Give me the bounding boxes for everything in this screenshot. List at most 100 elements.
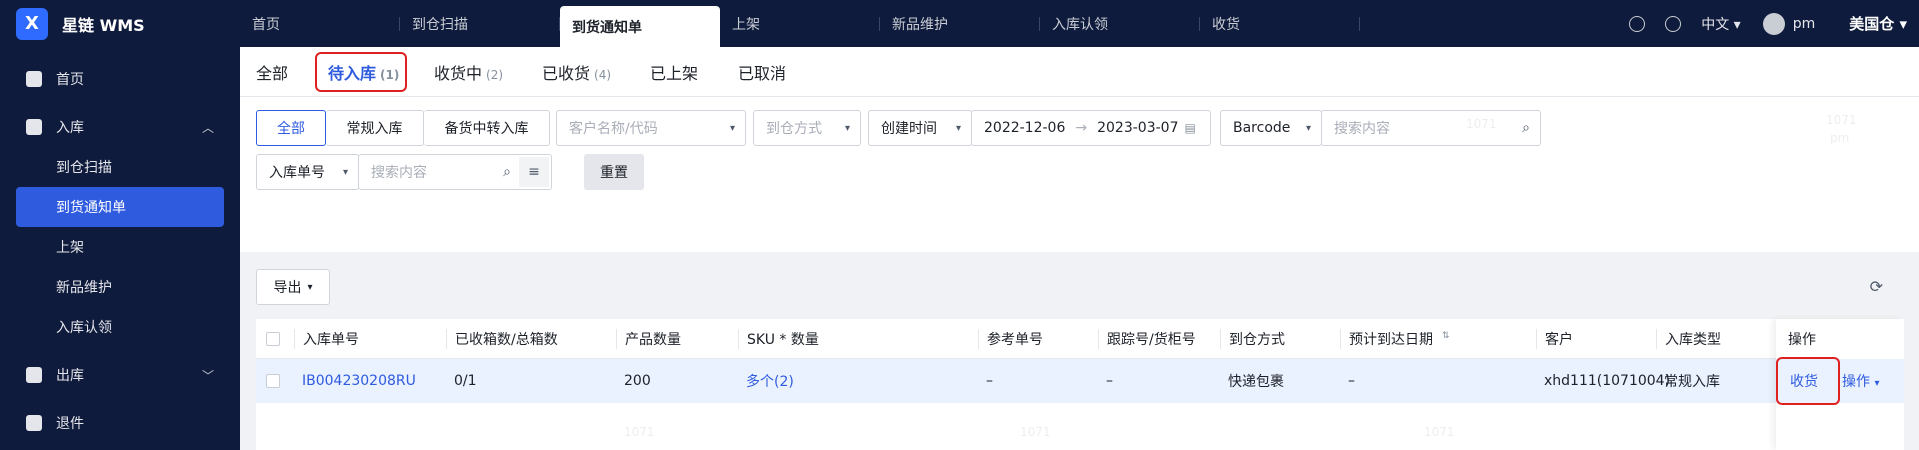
select-all-checkbox[interactable] xyxy=(266,332,280,346)
inbound-type-value: 常规入库 xyxy=(1664,374,1720,390)
export-button[interactable]: 导出 ▾ xyxy=(256,269,330,305)
sidebar-subitem-arrival-notice[interactable]: 到货通知单 xyxy=(16,187,224,227)
table-row[interactable]: IB004230208RU 0/1 200 多个(2) – – 快递包裹 – x… xyxy=(256,359,1904,403)
eta-value: – xyxy=(1348,373,1355,389)
barcode-select[interactable]: Barcode ▾ xyxy=(1220,110,1322,146)
sidebar-item-outbound[interactable]: 出库 ﹀ xyxy=(0,355,240,395)
customer-select[interactable]: 客户名称/代码 ▾ xyxy=(556,110,746,146)
chevron-down-icon: ▾ xyxy=(844,123,850,134)
sidebar-subitem-new-product[interactable]: 新品维护 xyxy=(0,267,240,307)
search-icon: ⌕ xyxy=(1522,120,1530,136)
sidebar-item-returns[interactable]: 退件 xyxy=(0,403,240,443)
search-icon: ⌕ xyxy=(503,164,511,180)
header-boxes: 已收箱数/总箱数 xyxy=(446,328,558,349)
header-order-no: 入库单号 xyxy=(294,328,359,349)
tab-putaway[interactable]: 上架 xyxy=(720,0,880,47)
tracking-value: – xyxy=(1106,373,1113,389)
more-ops-button[interactable]: 操作 ▾ xyxy=(1842,371,1879,391)
sku-link[interactable]: 多个(2) xyxy=(746,371,794,391)
status-tab-label: 已取消 xyxy=(738,64,787,83)
search-input[interactable]: 搜索内容 ⌕ xyxy=(1321,110,1541,146)
order-field-label: 入库单号 xyxy=(269,165,325,181)
chevron-down-icon: ▾ xyxy=(955,123,961,134)
order-no-link[interactable]: IB004230208RU xyxy=(302,373,416,389)
language-select[interactable]: 中文 ▾ xyxy=(1701,14,1740,34)
status-tab-all[interactable]: 全部 xyxy=(256,60,288,84)
tab-receiving[interactable]: 收货 xyxy=(1200,0,1360,47)
warehouse-select[interactable]: 美国仓 ▾ xyxy=(1849,13,1907,34)
status-tab-label: 收货中 xyxy=(434,64,483,83)
download-icon[interactable] xyxy=(1629,15,1646,32)
arrival-method-placeholder: 到仓方式 xyxy=(766,121,822,137)
status-tab-label: 全部 xyxy=(256,64,289,83)
sidebar-item-home[interactable]: 首页 xyxy=(0,59,240,99)
watermark: 1071 xyxy=(624,425,655,439)
order-field-select[interactable]: 入库单号 ▾ xyxy=(256,154,359,190)
ref-value: – xyxy=(986,373,993,389)
header-qty: 产品数量 xyxy=(616,328,681,349)
status-tab-putaway[interactable]: 已上架 xyxy=(650,60,698,84)
watermark: 1071 xyxy=(1826,113,1857,127)
header-arrival: 到仓方式 xyxy=(1220,328,1285,349)
row-checkbox[interactable] xyxy=(266,374,280,388)
brand[interactable]: X 星链 WMS xyxy=(0,0,240,47)
arrival-method-select[interactable]: 到仓方式 ▾ xyxy=(753,110,861,146)
tab-inbound-claim[interactable]: 入库认领 xyxy=(1040,0,1200,47)
status-tab-count: (4) xyxy=(594,68,612,82)
status-tab-receiving[interactable]: 收货中 (2) xyxy=(434,60,503,84)
reset-button[interactable]: 重置 xyxy=(584,154,644,190)
brand-logo-icon: X xyxy=(16,7,48,40)
customer-select-placeholder: 客户名称/代码 xyxy=(569,121,658,137)
filter-type-all[interactable]: 全部 xyxy=(256,110,326,146)
sort-icon[interactable]: ⇅ xyxy=(1442,331,1450,341)
filter-panel: 全部 常规入库 备货中转入库 客户名称/代码 ▾ 到仓方式 ▾ 创建时间 ▾ 2… xyxy=(240,97,1919,252)
watermark: 1071 xyxy=(1020,425,1051,439)
header-customer: 客户 xyxy=(1536,328,1573,349)
top-bar: X 星链 WMS 首页 到仓扫描 到货通知单 上架 新品维护 入库认领 收货 中… xyxy=(0,0,1919,47)
filter-type-transfer[interactable]: 备货中转入库 xyxy=(424,110,550,146)
header-operation: 操作 xyxy=(1788,332,1816,348)
inbound-icon xyxy=(26,119,42,135)
status-tab-received[interactable]: 已收货 (4) xyxy=(542,60,611,84)
date-type-select[interactable]: 创建时间 ▾ xyxy=(868,110,972,146)
tab-home[interactable]: 首页 xyxy=(240,0,400,47)
filter-type-regular[interactable]: 常规入库 xyxy=(326,110,424,146)
sidebar-item-inbound[interactable]: 入库 ︿ xyxy=(0,107,240,147)
more-ops-label: 操作 xyxy=(1842,374,1870,390)
gear-icon[interactable] xyxy=(1665,15,1682,32)
calendar-icon: ▤ xyxy=(1184,121,1196,135)
refresh-icon[interactable]: ⟳ xyxy=(1870,277,1883,296)
tab-new-product[interactable]: 新品维护 xyxy=(880,0,1040,47)
sidebar-subitem-inbound-claim[interactable]: 入库认领 xyxy=(0,307,240,347)
language-label: 中文 xyxy=(1701,16,1730,33)
order-search-input[interactable]: 搜索内容 ⌕ ≡ xyxy=(358,154,552,190)
returns-icon xyxy=(26,415,42,431)
customer-value: xhd111(1071004) xyxy=(1544,373,1671,389)
avatar[interactable] xyxy=(1762,12,1785,35)
order-table: 入库单号 已收箱数/总箱数 产品数量 SKU * 数量 参考单号 跟踪号/货柜号… xyxy=(256,319,1904,450)
header-ref: 参考单号 xyxy=(978,328,1043,349)
date-to: 2023-03-07 xyxy=(1097,120,1179,136)
chevron-down-icon: ▾ xyxy=(342,167,348,178)
tab-arrival-scan[interactable]: 到仓扫描 xyxy=(400,0,560,47)
brand-name: 星链 WMS xyxy=(62,15,145,35)
header-sku: SKU * 数量 xyxy=(738,328,819,349)
status-tab-label: 已上架 xyxy=(650,64,699,83)
date-from: 2022-12-06 xyxy=(984,120,1066,136)
date-type-label: 创建时间 xyxy=(881,121,937,137)
order-search-placeholder: 搜索内容 xyxy=(371,165,427,181)
header-inbound-type: 入库类型 xyxy=(1656,328,1721,349)
sidebar-subitem-arrival-scan[interactable]: 到仓扫描 xyxy=(0,147,240,187)
multi-line-search-icon[interactable]: ≡ xyxy=(519,157,549,187)
tab-arrival-notice[interactable]: 到货通知单 xyxy=(560,6,720,47)
date-range-picker[interactable]: 2022-12-06 → 2023-03-07 ▤ xyxy=(971,110,1211,146)
header-tracking: 跟踪号/货柜号 xyxy=(1098,328,1196,349)
sidebar-item-label: 出库 xyxy=(56,368,84,384)
sidebar-subitem-putaway[interactable]: 上架 xyxy=(0,227,240,267)
user-name[interactable]: pm xyxy=(1793,16,1816,32)
watermark: pm xyxy=(1830,131,1850,145)
status-tab-cancelled[interactable]: 已取消 xyxy=(738,60,786,84)
header-eta[interactable]: 预计到达日期 xyxy=(1340,328,1433,349)
arrival-value: 快递包裹 xyxy=(1228,374,1284,390)
boxes-value: 0/1 xyxy=(454,373,477,389)
